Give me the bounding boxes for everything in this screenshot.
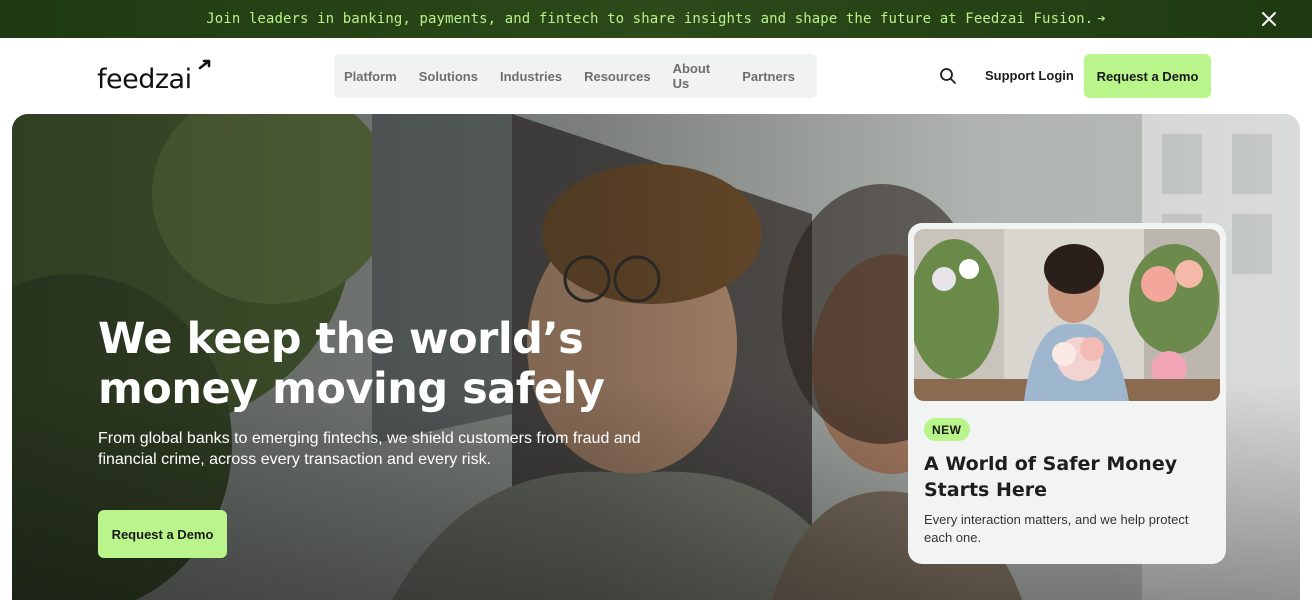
announcement-bar[interactable]: Join leaders in banking, payments, and f…: [0, 0, 1312, 38]
menu-item-platform[interactable]: Platform: [344, 69, 397, 84]
announcement-text[interactable]: Join leaders in banking, payments, and f…: [206, 11, 1093, 27]
promo-title[interactable]: A World of Safer Money Starts Here: [924, 451, 1184, 503]
top-navigation: feedzai Platform Solutions Industries Re…: [0, 38, 1312, 114]
menu-item-partners[interactable]: Partners: [742, 69, 795, 84]
menu-item-resources[interactable]: Resources: [584, 69, 650, 84]
hero-subtext: From global banks to emerging fintechs, …: [98, 430, 641, 468]
main-menu: Platform Solutions Industries Resources …: [334, 54, 817, 98]
search-icon[interactable]: [939, 67, 957, 85]
feedzai-logo[interactable]: feedzai: [97, 56, 217, 96]
menu-item-about-us[interactable]: About Us: [673, 61, 721, 91]
request-demo-button[interactable]: Request a Demo: [1084, 54, 1211, 98]
hero-section: We keep the world’s money moving safely …: [12, 114, 1300, 600]
menu-item-industries[interactable]: Industries: [500, 69, 562, 84]
new-badge: NEW: [924, 418, 970, 441]
hero-request-demo-button[interactable]: Request a Demo: [98, 510, 227, 558]
promo-card[interactable]: NEW A World of Safer Money Starts Here E…: [908, 223, 1226, 564]
menu-item-solutions[interactable]: Solutions: [419, 69, 478, 84]
logo-text: feedzai: [97, 64, 192, 95]
support-login-link[interactable]: Support Login: [985, 68, 1074, 83]
hero-headline: We keep the world’s money moving safely: [98, 314, 605, 414]
close-icon[interactable]: [1260, 10, 1278, 28]
promo-image: [914, 229, 1220, 401]
arrow-right-icon: ➔: [1097, 11, 1106, 27]
promo-description: Every interaction matters, and we help p…: [924, 512, 1189, 545]
